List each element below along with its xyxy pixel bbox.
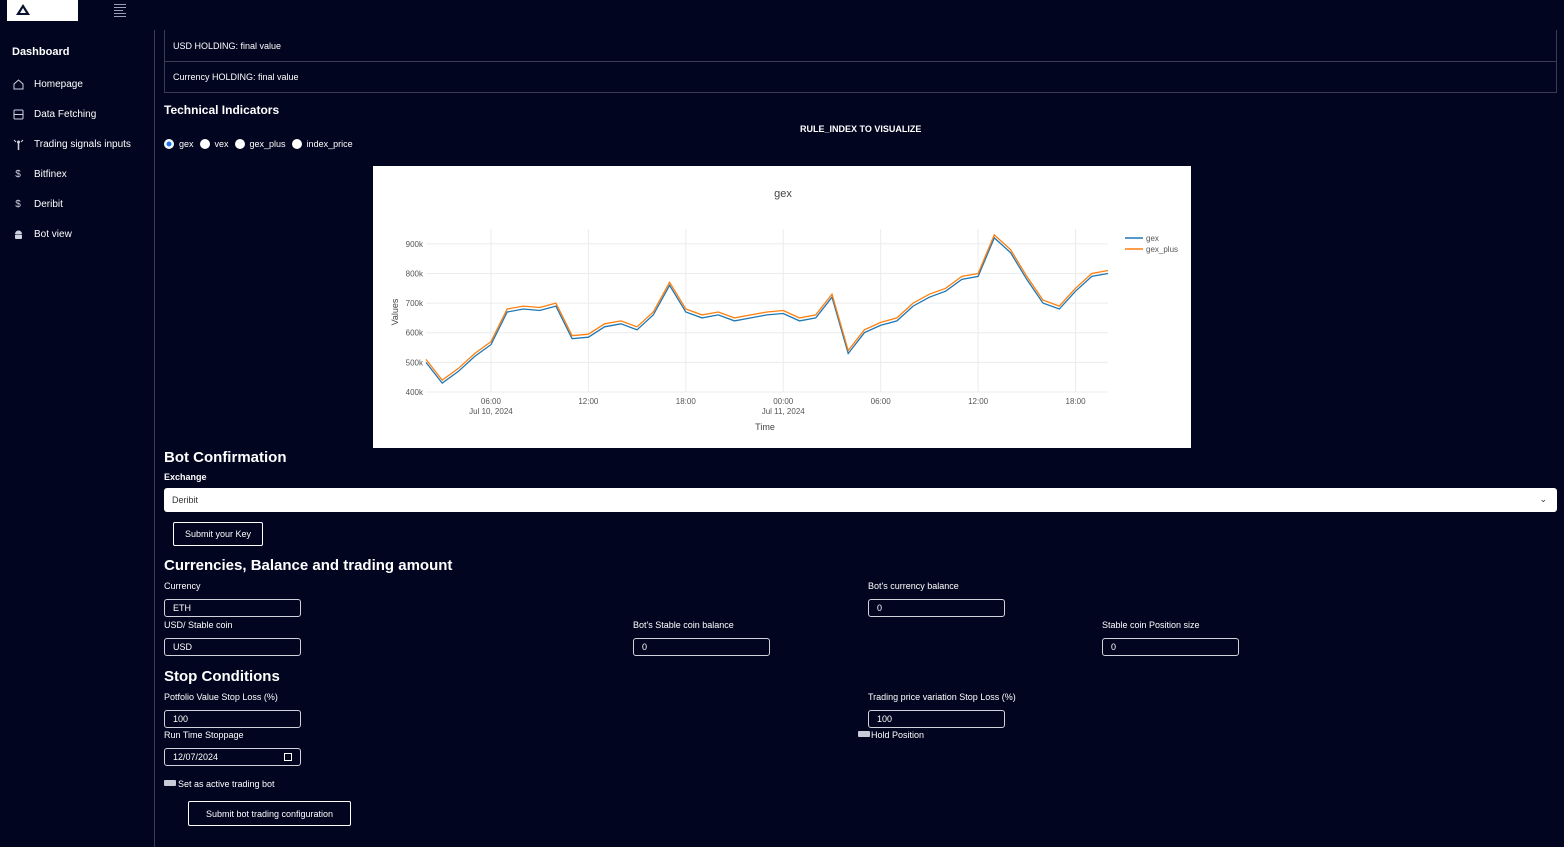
chart-title: gex xyxy=(774,188,792,200)
chart-y-tick-label: 800k xyxy=(406,269,424,278)
balances-heading: Currencies, Balance and trading amount xyxy=(164,557,453,574)
radio-label: gex_plus xyxy=(249,139,286,149)
chart-x-tick-label: 06:00 xyxy=(481,397,502,406)
radio-unselected-icon[interactable] xyxy=(234,139,245,149)
hold-position-checkbox[interactable] xyxy=(858,731,870,737)
price-variation-stop-input[interactable]: 100 xyxy=(868,710,1005,728)
chart-y-tick-label: 900k xyxy=(406,240,424,249)
active-bot-label: Set as active trading bot xyxy=(178,779,275,789)
exchange-label: Exchange xyxy=(164,472,207,482)
sidebar-item-label: Homepage xyxy=(34,78,83,90)
stable-balance-input[interactable]: 0 xyxy=(633,638,770,656)
chart-svg: gex Values Time 400k 500k 600k 700k 800k 900k… xyxy=(390,188,1178,432)
chart-legend-label: gex_plus xyxy=(1146,245,1178,254)
sidebar-item-bot-view[interactable]: Bot view xyxy=(12,224,72,244)
sidebar-item-label: Data Fetching xyxy=(34,108,97,120)
currency-holding-text: Currency HOLDING: final value xyxy=(173,72,299,82)
dollar-icon: $ xyxy=(15,168,21,180)
exchange-select-value: Deribit xyxy=(172,495,199,505)
stable-balance-label: Bot's Stable coin balance xyxy=(633,620,734,630)
radio-index-price[interactable]: index_price xyxy=(291,139,353,149)
logo-icon xyxy=(16,4,30,15)
holdings-table: USD HOLDING: final value Currency HOLDIN… xyxy=(164,30,1557,93)
chart-legend-label: gex xyxy=(1146,234,1159,243)
currency-holding-row: Currency HOLDING: final value xyxy=(165,61,1556,92)
chart-x-tick-label: 18:00 xyxy=(1066,397,1087,406)
active-bot-checkbox[interactable] xyxy=(164,780,176,786)
technical-indicators-heading: Technical Indicators xyxy=(164,103,280,117)
chart-y-tick-label: 400k xyxy=(406,388,424,397)
sidebar: Dashboard Homepage Data Fetching Trading… xyxy=(0,30,155,847)
sidebar-item-bitfinex[interactable]: $ Bitfinex xyxy=(12,164,67,184)
chart-x-tick-label: 18:00 xyxy=(676,397,697,406)
position-size-input[interactable]: 0 xyxy=(1102,638,1239,656)
sidebar-item-data-fetching[interactable]: Data Fetching xyxy=(12,104,96,124)
chart-x-tick-label: 12:00 xyxy=(968,397,989,406)
exchange-select[interactable]: Deribit ⌄ xyxy=(164,488,1557,512)
main-content: USD HOLDING: final value Currency HOLDIN… xyxy=(156,0,1564,847)
usd-holding-row: USD HOLDING: final value xyxy=(165,30,1556,61)
rule-index-label: RULE_INDEX TO VISUALIZE xyxy=(800,124,922,134)
sidebar-item-label: Bot view xyxy=(34,228,72,240)
currency-input[interactable]: ETH xyxy=(164,599,301,617)
android-icon xyxy=(12,228,24,240)
bot-currency-balance-label: Bot's currency balance xyxy=(868,581,959,591)
bot-confirmation-heading: Bot Confirmation xyxy=(164,449,287,466)
chart-series-line-gex xyxy=(425,236,1109,384)
indicator-radio-group: gex vex gex_plus index_price xyxy=(164,139,359,149)
signal-icon xyxy=(12,138,24,150)
chart-x-tick-sublabel: Jul 10, 2024 xyxy=(469,407,513,416)
calendar-icon[interactable] xyxy=(284,753,292,761)
bot-currency-balance-input[interactable]: 0 xyxy=(868,599,1005,617)
home-icon xyxy=(12,78,24,90)
chevron-down-icon: ⌄ xyxy=(1539,494,1547,504)
usd-stable-label: USD/ Stable coin xyxy=(164,620,233,630)
runtime-stoppage-label: Run Time Stoppage xyxy=(164,730,244,740)
portfolio-stop-input[interactable]: 100 xyxy=(164,710,301,728)
menu-toggle-icon[interactable] xyxy=(114,4,128,18)
sidebar-item-homepage[interactable]: Homepage xyxy=(12,74,83,94)
chart-x-tick-label: 06:00 xyxy=(871,397,892,406)
currency-label: Currency xyxy=(164,581,201,591)
price-variation-stop-label: Trading price variation Stop Loss (%) xyxy=(868,692,1016,702)
sidebar-item-deribit[interactable]: $ Deribit xyxy=(12,194,63,214)
radio-label: gex xyxy=(179,139,194,149)
app-logo[interactable] xyxy=(7,0,78,21)
runtime-date-value: 12/07/2024 xyxy=(173,752,219,762)
sidebar-item-label: Deribit xyxy=(34,198,63,210)
database-icon xyxy=(12,108,24,120)
chart-x-axis-label: Time xyxy=(755,422,775,432)
sidebar-item-label: Bitfinex xyxy=(34,168,67,180)
sidebar-title: Dashboard xyxy=(12,46,70,58)
radio-gex-plus[interactable]: gex_plus xyxy=(234,139,286,149)
runtime-date-input[interactable]: 12/07/2024 xyxy=(164,748,301,766)
radio-gex[interactable]: gex xyxy=(164,139,194,149)
portfolio-stop-label: Potfolio Value Stop Loss (%) xyxy=(164,692,278,702)
chart-y-tick-label: 700k xyxy=(406,299,424,308)
stop-conditions-heading: Stop Conditions xyxy=(164,668,280,685)
radio-selected-icon[interactable] xyxy=(164,139,174,149)
usd-stable-input[interactable]: USD xyxy=(164,638,301,656)
submit-config-button[interactable]: Submit bot trading configuration xyxy=(188,801,351,826)
chart-y-tick-label: 600k xyxy=(406,329,424,338)
position-size-label: Stable coin Position size xyxy=(1102,620,1200,630)
chart-x-tick-label: 12:00 xyxy=(578,397,599,406)
chart-x-tick-sublabel: Jul 11, 2024 xyxy=(762,407,806,416)
chart-y-tick-label: 500k xyxy=(406,358,424,367)
sidebar-item-label: Trading signals inputs xyxy=(34,138,131,150)
hold-position-label: Hold Position xyxy=(871,730,925,740)
dollar-icon: $ xyxy=(15,198,21,210)
sidebar-item-trading-signals[interactable]: Trading signals inputs xyxy=(12,134,131,154)
gex-chart[interactable]: gex Values Time 400k 500k 600k 700k 800k 900k… xyxy=(373,166,1191,448)
chart-y-axis-label: Values xyxy=(390,298,400,325)
radio-label: index_price xyxy=(306,139,353,149)
radio-unselected-icon[interactable] xyxy=(291,139,302,149)
submit-key-button[interactable]: Submit your Key xyxy=(173,522,263,546)
radio-unselected-icon[interactable] xyxy=(199,139,210,149)
radio-label: vex xyxy=(214,139,229,149)
radio-vex[interactable]: vex xyxy=(199,139,229,149)
usd-holding-text: USD HOLDING: final value xyxy=(173,40,282,51)
chart-series-line-gex_plus xyxy=(425,233,1109,381)
chart-x-tick-label: 00:00 xyxy=(773,397,794,406)
